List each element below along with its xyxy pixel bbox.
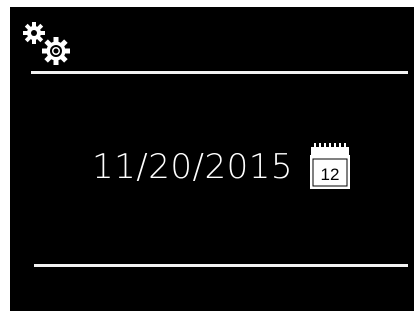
date-row: 11/20/2015 12 — [92, 143, 372, 201]
calendar-icon: 12 — [310, 143, 350, 189]
device-frame: 11/20/2015 12 — [0, 0, 416, 311]
date-settings-screen: 11/20/2015 12 — [10, 7, 414, 311]
calendar-day: 12 — [321, 165, 340, 184]
date-value[interactable]: 11/20/2015 — [92, 143, 293, 191]
settings-button[interactable] — [22, 19, 78, 69]
gears-icon — [23, 22, 70, 65]
bottom-divider — [34, 264, 408, 267]
calendar-button[interactable]: 12 — [310, 143, 354, 195]
top-divider — [31, 71, 408, 74]
